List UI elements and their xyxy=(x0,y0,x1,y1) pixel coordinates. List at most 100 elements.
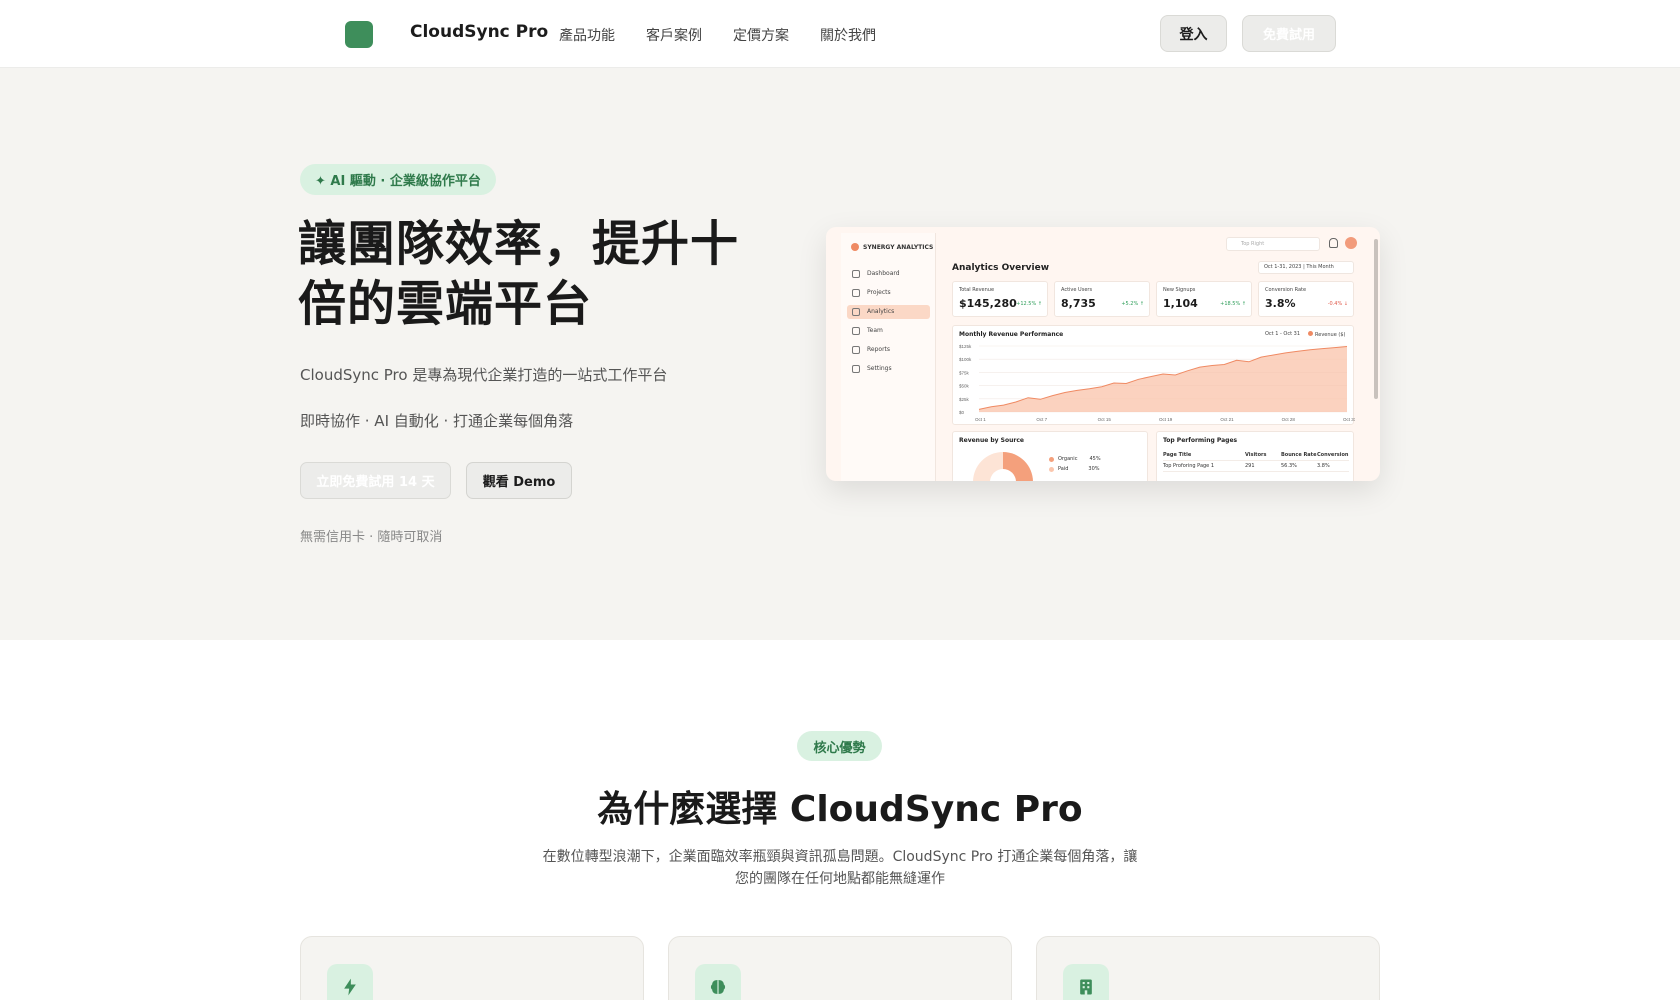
kpi-card: Conversion Rate 3.8% -0.4% ↓ xyxy=(1258,281,1354,317)
legend-swatch xyxy=(1049,456,1054,462)
section-title: 為什麼選擇 CloudSync Pro xyxy=(597,789,1083,830)
kpi-delta: +12.5% ↑ xyxy=(1016,301,1042,307)
dashboard-main: Top Right Analytics Overview Oct 1-31, 2… xyxy=(944,233,1380,481)
dashboard-logo: SYNERGY ANALYTICS xyxy=(851,243,933,251)
lightning-icon xyxy=(327,964,373,1000)
watch-demo-button[interactable]: 觀看 Demo xyxy=(466,462,572,499)
dashboard-title: Analytics Overview xyxy=(952,263,1050,273)
revenue-chart: $0 $25k $50k $75k $100k $125k Oct 1 Oct 7 Oct 15… xyxy=(959,344,1355,422)
pages-title: Top Performing Pages xyxy=(1163,437,1238,444)
file-icon xyxy=(852,346,860,354)
dashboard-nav-settings: Settings xyxy=(847,362,930,376)
legend-swatch xyxy=(1049,466,1054,472)
x-tick-label: Oct 28 xyxy=(1282,417,1296,422)
y-tick-label: $0 xyxy=(959,410,965,415)
table-header: Page Title Visitors Bounce Rate Conversi… xyxy=(1163,450,1349,461)
nav-links: 產品功能 客戶案例 定價方案 關於我們 xyxy=(559,25,876,45)
y-tick-label: $25k xyxy=(959,397,970,402)
kpi-value: $145,280 xyxy=(959,297,1017,310)
dashboard-scrollbar xyxy=(1374,239,1378,399)
kpi-value: 8,735 xyxy=(1061,297,1096,310)
x-tick-label: Oct 15 xyxy=(1098,417,1112,422)
revenue-area xyxy=(979,346,1347,412)
dashboard-preview: SYNERGY ANALYTICS Dashboard Projects Ana… xyxy=(826,227,1380,481)
grid-icon xyxy=(852,270,860,278)
legend-swatch xyxy=(1308,331,1313,336)
bell-icon xyxy=(1329,238,1338,248)
section-badge: 核心優勢 xyxy=(797,731,882,761)
donut-hole xyxy=(990,469,1016,481)
nav-link-features[interactable]: 產品功能 xyxy=(559,25,615,45)
avatar xyxy=(1345,237,1357,249)
source-row: Paid 30% xyxy=(1049,464,1101,474)
dashboard-brand: SYNERGY ANALYTICS xyxy=(863,243,934,251)
pages-table: Page Title Visitors Bounce Rate Conversi… xyxy=(1163,450,1349,472)
hero-note: 無需信用卡 · 隨時可取消 xyxy=(300,530,443,545)
legend-label: Revenue ($) xyxy=(1315,332,1346,338)
hero-badge: ✦ AI 驅動 · 企業級協作平台 xyxy=(300,164,496,195)
revenue-chart-card: Monthly Revenue Performance Oct 1 - Oct … xyxy=(952,325,1355,425)
hero-section: ✦ AI 驅動 · 企業級協作平台 讓團隊效率，提升十倍的雲端平台 CloudS… xyxy=(0,68,1680,640)
kpi-value: 3.8% xyxy=(1265,297,1296,310)
hero-subtitle: CloudSync Pro 是專為現代企業打造的一站式工作平台 xyxy=(300,366,668,384)
dashboard-nav-team: Team xyxy=(847,324,930,338)
nav-link-about[interactable]: 關於我們 xyxy=(820,25,876,45)
dashboard-nav-dashboard: Dashboard xyxy=(847,267,930,281)
dashboard-search: Top Right xyxy=(1226,237,1320,251)
section-description: 在數位轉型浪潮下，企業面臨效率瓶頸與資訊孤島問題。CloudSync Pro 打… xyxy=(542,849,1138,887)
nav-link-pricing[interactable]: 定價方案 xyxy=(733,25,789,45)
feature-card xyxy=(1036,936,1380,1000)
hero-trial-button[interactable]: 立即免費試用 14 天 xyxy=(300,462,451,499)
kpi-label: Total Revenue xyxy=(959,287,995,293)
revenue-source-card: Revenue by Source Organic 45% Paid 30% xyxy=(952,431,1148,481)
x-tick-label: Oct 7 xyxy=(1036,417,1047,422)
folder-icon xyxy=(852,289,860,297)
free-trial-button[interactable]: 免費試用 xyxy=(1242,15,1336,52)
dashboard-sidebar: SYNERGY ANALYTICS Dashboard Projects Ana… xyxy=(841,233,936,481)
kpi-label: New Signups xyxy=(1163,287,1196,293)
chart-range: Oct 1 - Oct 31 xyxy=(1265,331,1300,337)
login-button[interactable]: 登入 xyxy=(1160,15,1227,52)
y-tick-label: $125k xyxy=(959,344,972,349)
bar-chart-icon xyxy=(852,308,860,316)
top-pages-card: Top Performing Pages Page Title Visitors… xyxy=(1156,431,1354,481)
brand-name[interactable]: CloudSync Pro xyxy=(410,22,548,42)
brain-icon xyxy=(695,964,741,1000)
nav-link-cases[interactable]: 客戶案例 xyxy=(646,25,702,45)
kpi-card: Total Revenue $145,280 +12.5% ↑ xyxy=(952,281,1048,317)
x-tick-label: Oct 19 xyxy=(1159,417,1173,422)
top-nav: CloudSync Pro 產品功能 客戶案例 定價方案 關於我們 登入 免費試… xyxy=(0,0,1680,68)
revenue-donut xyxy=(973,452,1033,481)
y-tick-label: $50k xyxy=(959,384,970,389)
kpi-card: New Signups 1,104 +18.5% ↑ xyxy=(1156,281,1252,317)
chart-title: Monthly Revenue Performance xyxy=(959,331,1064,338)
dashboard-nav-reports: Reports xyxy=(847,343,930,357)
kpi-label: Active Users xyxy=(1061,287,1093,293)
hero-tagline: 即時協作 · AI 自動化 · 打通企業每個角落 xyxy=(300,412,574,430)
kpi-row: Total Revenue $145,280 +12.5% ↑ Active U… xyxy=(952,281,1354,317)
analytics-logo-icon xyxy=(851,243,859,251)
kpi-label: Conversion Rate xyxy=(1265,287,1307,293)
dashboard-nav-analytics: Analytics xyxy=(847,305,930,319)
x-tick-label: Oct 1 xyxy=(975,417,986,422)
building-icon xyxy=(1063,964,1109,1000)
kpi-card: Active Users 8,735 +5.2% ↑ xyxy=(1054,281,1150,317)
kpi-delta: -0.4% ↓ xyxy=(1327,301,1348,307)
kpi-value: 1,104 xyxy=(1163,297,1198,310)
y-tick-label: $75k xyxy=(959,370,970,375)
gear-icon xyxy=(852,365,860,373)
users-icon xyxy=(852,327,860,335)
date-range: Oct 1-31, 2023 | This Month xyxy=(1258,261,1354,274)
chart-legend: Revenue ($) xyxy=(1308,331,1345,338)
kpi-delta: +5.2% ↑ xyxy=(1121,301,1144,307)
table-row: Top Proforing Page 1 291 56.3% 3.8% xyxy=(1163,461,1349,472)
logo-icon[interactable] xyxy=(345,21,373,48)
source-legend: Organic 45% Paid 30% xyxy=(1049,454,1101,474)
kpi-delta: +18.5% ↑ xyxy=(1220,301,1246,307)
dashboard-nav-projects: Projects xyxy=(847,286,930,300)
feature-card xyxy=(300,936,644,1000)
source-row: Organic 45% xyxy=(1049,454,1101,464)
feature-card xyxy=(668,936,1012,1000)
hero-title: 讓團隊效率，提升十倍的雲端平台 xyxy=(298,216,740,332)
y-tick-label: $100k xyxy=(959,357,972,362)
